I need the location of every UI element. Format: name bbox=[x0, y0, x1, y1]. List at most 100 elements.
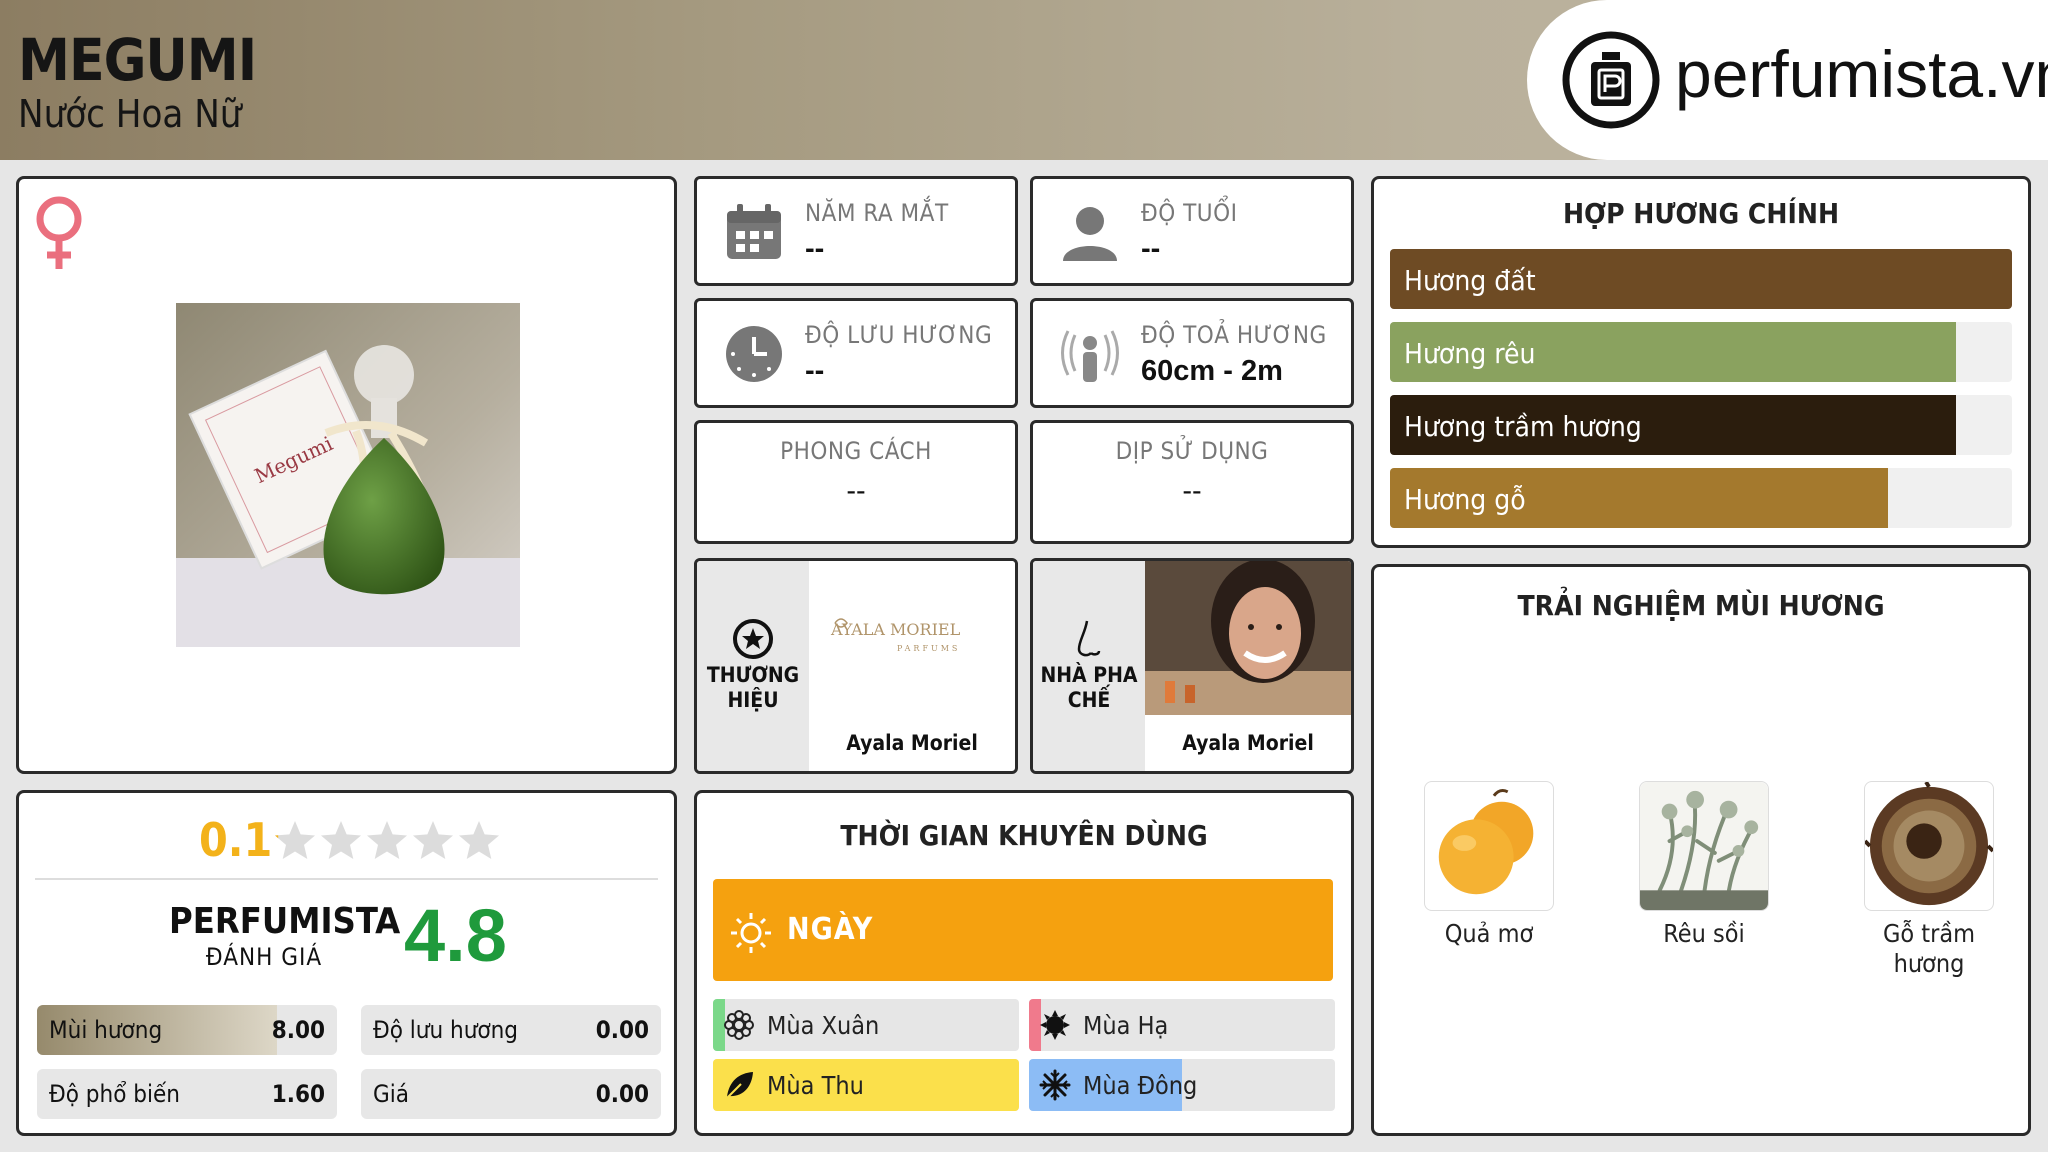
note-apricot[interactable]: Quả mơ bbox=[1399, 781, 1579, 949]
metric-longevity-label: Độ lưu hương bbox=[373, 1016, 519, 1044]
perfume-bottle-logo-icon bbox=[1562, 31, 1660, 129]
launch-year-value: -- bbox=[805, 233, 825, 265]
occasion-card: DỊP SỬ DỤNG -- bbox=[1030, 420, 1354, 544]
day-label: NGÀY bbox=[787, 912, 874, 947]
longevity-label: ĐỘ LƯU HƯƠNG bbox=[805, 321, 993, 349]
scent-notes-panel: TRẢI NGHIỆM MÙI HƯƠNG Quả mơ Rêu sồi Gỗ … bbox=[1371, 564, 2031, 1136]
apricot-image bbox=[1424, 781, 1554, 911]
note-apricot-label: Quả mơ bbox=[1444, 919, 1534, 948]
recommended-time-title: THỜI GIAN KHUYÊN DÙNG bbox=[840, 819, 1208, 852]
perfumer-name[interactable]: Ayala Moriel bbox=[1145, 731, 1351, 755]
longevity-value: -- bbox=[805, 355, 825, 387]
perfume-image-panel: Megumi bbox=[16, 176, 677, 774]
star-badge-icon bbox=[733, 619, 773, 659]
metric-price-value: 0.00 bbox=[595, 1080, 649, 1108]
brand-name[interactable]: Ayala Moriel bbox=[809, 731, 1015, 755]
brand-card[interactable]: THƯƠNG HIỆU AYALA MORIEL PARFUMS Ayala M… bbox=[694, 558, 1018, 774]
snowflake-icon bbox=[1039, 1069, 1071, 1101]
accord-woody-label: Hương gỗ bbox=[1404, 483, 1526, 516]
accord-earthy-label: Hương đất bbox=[1404, 264, 1536, 297]
note-oakmoss-label: Rêu sồi bbox=[1663, 919, 1745, 948]
perfumer-photo bbox=[1145, 561, 1351, 715]
metric-longevity: Độ lưu hương 0.00 bbox=[361, 1005, 661, 1055]
agarwood-image bbox=[1864, 781, 1994, 911]
metric-popularity-label: Độ phổ biến bbox=[49, 1080, 180, 1108]
season-spring: Mùa Xuân bbox=[713, 999, 1019, 1051]
note-agarwood-label: Gỗ trầm hương bbox=[1882, 919, 1976, 978]
occasion-label: DỊP SỬ DỤNG bbox=[1115, 437, 1269, 465]
age-value: -- bbox=[1141, 233, 1161, 265]
day-bar: NGÀY bbox=[713, 879, 1333, 981]
metric-popularity-value: 1.60 bbox=[271, 1080, 325, 1108]
occasion-value: -- bbox=[1182, 475, 1202, 507]
launch-year-label: NĂM RA MẮT bbox=[805, 199, 949, 227]
metric-price-label: Giá bbox=[373, 1080, 409, 1108]
perfumista-score: 4.8 bbox=[404, 894, 507, 977]
main-accords-title: HỢP HƯƠNG CHÍNH bbox=[1562, 197, 1840, 230]
user-rating-value: 0.1 bbox=[199, 813, 273, 867]
page-title: MEGUMI bbox=[18, 26, 257, 94]
star-2-icon[interactable] bbox=[321, 821, 361, 859]
perfumista-rating-label: PERFUMISTA bbox=[169, 901, 401, 942]
accord-woody: Hương gỗ bbox=[1390, 468, 2012, 528]
perfumer-card[interactable]: NHÀ PHA CHẾ Ayala Moriel bbox=[1030, 558, 1354, 774]
season-spring-label: Mùa Xuân bbox=[767, 1011, 880, 1040]
oakmoss-image bbox=[1639, 781, 1769, 911]
season-winter: Mùa Đông bbox=[1029, 1059, 1335, 1111]
season-summer-label: Mùa Hạ bbox=[1083, 1011, 1169, 1040]
star-3-icon[interactable] bbox=[367, 821, 407, 859]
season-autumn: Mùa Thu bbox=[713, 1059, 1019, 1111]
brand-logo-sub: PARFUMS bbox=[897, 644, 960, 653]
rating-panel: 0.1 PERFUMISTA ĐÁNH GIÁ 4.8 Mùi hương 8.… bbox=[16, 790, 677, 1136]
site-logo[interactable]: perfumista.vn bbox=[1527, 0, 2048, 160]
star-rating[interactable] bbox=[273, 817, 503, 865]
site-logo-text: perfumista.vn bbox=[1675, 37, 2048, 111]
accord-earthy: Hương đất bbox=[1390, 249, 2012, 309]
perfumer-side: NHÀ PHA CHẾ bbox=[1033, 561, 1145, 771]
season-autumn-fill bbox=[713, 1059, 1019, 1111]
radiate-icon bbox=[1061, 330, 1119, 382]
style-label: PHONG CÁCH bbox=[780, 437, 932, 465]
nose-icon bbox=[1077, 620, 1101, 657]
brand-side: THƯƠNG HIỆU bbox=[697, 561, 809, 771]
accord-oud-label: Hương trầm hương bbox=[1404, 410, 1642, 443]
perfume-photo[interactable]: Megumi bbox=[176, 303, 520, 647]
style-card: PHONG CÁCH -- bbox=[694, 420, 1018, 544]
rating-divider bbox=[35, 878, 658, 880]
season-autumn-label: Mùa Thu bbox=[767, 1071, 864, 1100]
longevity-card: ĐỘ LƯU HƯƠNG -- bbox=[694, 298, 1018, 408]
star-5-icon[interactable] bbox=[459, 821, 499, 859]
metric-scent-label: Mùi hương bbox=[49, 1016, 163, 1044]
launch-year-card: NĂM RA MẮT -- bbox=[694, 176, 1018, 286]
note-oakmoss[interactable]: Rêu sồi bbox=[1614, 781, 1794, 949]
perfumer-label: NHÀ PHA CHẾ bbox=[1040, 663, 1138, 712]
female-icon bbox=[36, 196, 82, 269]
star-4-icon[interactable] bbox=[413, 821, 453, 859]
flower-icon bbox=[724, 1010, 754, 1040]
season-summer: Mùa Hạ bbox=[1029, 999, 1335, 1051]
season-winter-label: Mùa Đông bbox=[1083, 1071, 1198, 1100]
sun-icon bbox=[731, 913, 771, 953]
metric-scent-value: 8.00 bbox=[271, 1016, 325, 1044]
metric-popularity: Độ phổ biến 1.60 bbox=[37, 1069, 337, 1119]
clock-icon bbox=[726, 326, 782, 382]
calendar-icon bbox=[727, 204, 781, 259]
page-subtitle: Nước Hoa Nữ bbox=[18, 92, 242, 136]
person-icon bbox=[1063, 207, 1117, 261]
brand-label: THƯƠNG HIỆU bbox=[706, 663, 800, 712]
accord-oud: Hương trầm hương bbox=[1390, 395, 2012, 455]
sillage-value: 60cm - 2m bbox=[1141, 355, 1283, 387]
leaf-icon bbox=[726, 1072, 753, 1099]
brand-logo: AYALA MORIEL PARFUMS bbox=[809, 561, 1015, 715]
accord-mossy: Hương rêu bbox=[1390, 322, 2012, 382]
note-agarwood[interactable]: Gỗ trầm hương bbox=[1829, 781, 2029, 979]
metric-scent: Mùi hương 8.00 bbox=[37, 1005, 337, 1055]
brand-logo-text: AYALA MORIEL bbox=[830, 620, 961, 639]
accord-mossy-label: Hương rêu bbox=[1404, 337, 1536, 370]
star-1-icon[interactable] bbox=[275, 821, 315, 859]
style-value: -- bbox=[846, 475, 866, 507]
perfumista-rating-sublabel: ĐÁNH GIÁ bbox=[205, 943, 323, 971]
metric-price: Giá 0.00 bbox=[361, 1069, 661, 1119]
recommended-time-panel: THỜI GIAN KHUYÊN DÙNG NGÀY Mùa Xuân Mùa … bbox=[694, 790, 1354, 1136]
main-accords-panel: HỢP HƯƠNG CHÍNH Hương đất Hương rêu Hươn… bbox=[1371, 176, 2031, 548]
